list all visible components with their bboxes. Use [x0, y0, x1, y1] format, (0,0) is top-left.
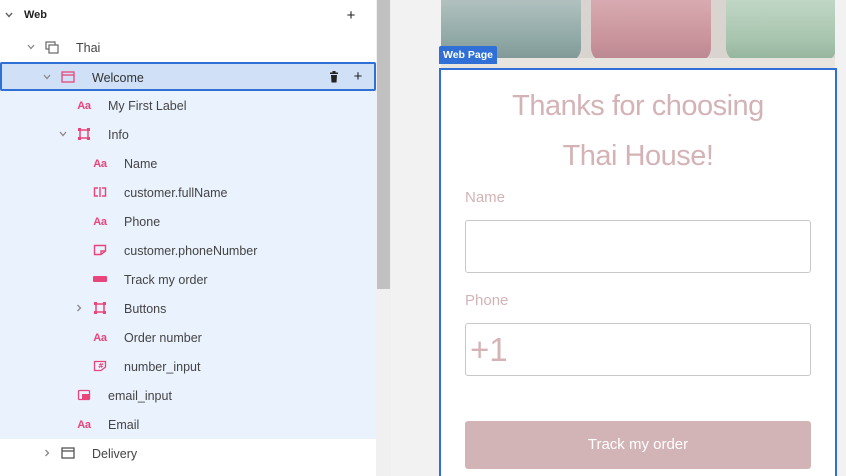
text-icon: Aa [93, 158, 107, 170]
svg-text:#: # [98, 362, 104, 370]
tree-item-label: Delivery [92, 447, 138, 461]
phone-input[interactable] [465, 323, 811, 376]
container-icon [92, 301, 108, 315]
element-tree-panel: Web + Thai Welcome + Aa My First Label I… [0, 0, 376, 476]
chevron-down-icon[interactable] [42, 72, 52, 82]
app-root: Web + Thai Welcome + Aa My First Label I… [0, 0, 846, 476]
page-icon [60, 70, 76, 84]
tree-item-label: Name [124, 157, 158, 171]
track-my-order-button[interactable]: Track my order [465, 421, 811, 469]
tree-item-email-input[interactable]: email_input [0, 381, 376, 410]
tree-item-track-my-order[interactable]: Track my order [0, 265, 376, 294]
chevron-right-icon[interactable] [74, 303, 84, 313]
chevron-down-icon[interactable] [26, 42, 36, 52]
button-icon [92, 272, 108, 286]
tree-item-label: customer.phoneNumber [124, 244, 258, 258]
phone-input-icon [92, 243, 108, 257]
number-input-icon: # [92, 359, 108, 373]
add-icon[interactable]: + [351, 68, 365, 85]
web-page-tag[interactable]: Web Page [439, 46, 497, 64]
name-input[interactable] [465, 220, 811, 273]
name-label: Name [465, 189, 506, 206]
tree-item-label: Phone [124, 215, 161, 229]
container-icon [76, 127, 92, 141]
jar-graphic [591, 0, 711, 62]
tree-item-phone[interactable]: Aa Phone [0, 207, 376, 236]
text-input-icon [92, 185, 108, 199]
tree-item-buttons[interactable]: Buttons [0, 294, 376, 323]
text-icon: Aa [93, 216, 107, 228]
site-icon [44, 40, 60, 54]
chevron-right-icon[interactable] [42, 448, 52, 458]
tree-item-number-input[interactable]: # number_input [0, 352, 376, 381]
tree-item-my-first-label[interactable]: Aa My First Label [0, 91, 376, 120]
headline-line-1: Thanks for choosing [512, 90, 764, 122]
tree-item-welcome[interactable]: Welcome + [0, 62, 376, 91]
tree-root-label: Web [24, 9, 48, 21]
tree-scrollbar-thumb[interactable] [377, 0, 390, 289]
tree-item-label: Order number [124, 331, 202, 345]
tree-item-label: Thai [76, 41, 101, 55]
tree-item-customer-fullname[interactable]: customer.fullName [0, 178, 376, 207]
table-surface [441, 58, 835, 68]
tree-item-label: Welcome [92, 71, 144, 85]
tree-item-order-number[interactable]: Aa Order number [0, 323, 376, 352]
tree-root-web[interactable]: Web + [0, 1, 376, 30]
text-icon: Aa [77, 419, 91, 431]
tree-item-label: Buttons [124, 302, 167, 316]
tree-item-label: Info [108, 128, 129, 142]
tree-item-label: email_input [108, 389, 172, 403]
phone-label: Phone [465, 292, 509, 309]
tree-item-label: Email [108, 418, 140, 432]
add-icon[interactable]: + [344, 7, 358, 24]
tree-item-email[interactable]: Aa Email [0, 410, 376, 439]
tree-item-name[interactable]: Aa Name [0, 149, 376, 178]
page-icon [60, 446, 76, 460]
tree-item-label: number_input [124, 360, 201, 374]
text-icon: Aa [77, 100, 91, 112]
tree-item-thai[interactable]: Thai [0, 33, 376, 62]
tree-item-label: Track my order [124, 273, 208, 287]
headline-line-2: Thai House! [562, 140, 714, 172]
hero-image [441, 0, 835, 68]
text-icon: Aa [93, 332, 107, 344]
chevron-down-icon[interactable] [4, 10, 14, 20]
tree-item-customer-phonenumber[interactable]: customer.phoneNumber [0, 236, 376, 265]
tree-item-info[interactable]: Info [0, 120, 376, 149]
delete-icon[interactable] [327, 70, 341, 84]
email-input-icon [76, 388, 92, 402]
tree-item-delivery[interactable]: Delivery [0, 439, 376, 468]
jar-graphic [726, 0, 835, 62]
chevron-down-icon[interactable] [58, 129, 68, 139]
tree-item-label: My First Label [108, 99, 187, 113]
tree-item-label: customer.fullName [124, 186, 228, 200]
